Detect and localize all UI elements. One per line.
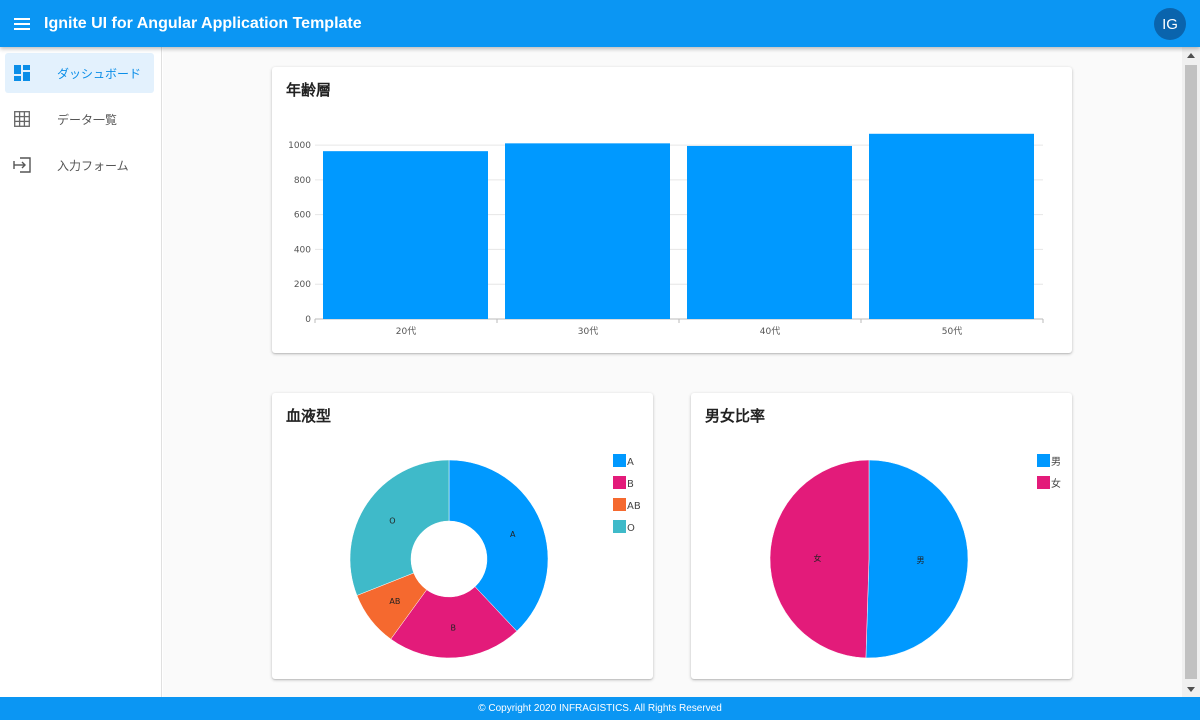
dashboard-icon [13,64,31,82]
bar [505,143,670,319]
slice-label: B [451,623,457,632]
legend-swatch [1037,454,1050,467]
legend-label: 女 [1051,477,1061,490]
slice-label: AB [389,597,400,606]
y-tick-label: 200 [294,280,311,290]
blood-type-donut-chart: ABABOABABO [349,454,641,659]
sidebar-item-input-form[interactable]: 入力フォーム [5,145,154,185]
y-tick-label: 400 [294,245,311,255]
sidebar-item-label: ダッシュボード [57,66,142,81]
avatar[interactable]: IG [1154,8,1186,40]
gender-ratio-card: 男女比率 男女男女 [691,393,1072,679]
arrow-down-icon [1187,686,1195,692]
copyright-text: © Copyright 2020 INFRAGISTICS. All Right… [478,703,722,714]
scrollbar-thumb[interactable] [1185,65,1197,679]
legend-label: AB [627,501,641,512]
x-tick-label: 50代 [942,326,962,337]
legend-swatch [1037,476,1050,489]
sidebar-nav: ダッシュボード データ一覧 入力フォーム [0,47,162,697]
age-bar-chart: 0 200 400 600 800 1000 20代 30代 40代 50代 [288,133,1044,337]
x-tick-label: 40代 [760,326,780,337]
gender-pie-chart: 男女男女 [769,454,1061,659]
scroll-down-button[interactable] [1182,681,1200,697]
x-tick-label: 30代 [578,326,598,337]
y-tick-label: 800 [294,176,311,186]
main-content: 年齢層 0 200 400 600 800 1000 20代 30代 40代 50代 血液型 AB… [163,47,1182,697]
sidebar-item-dashboard[interactable]: ダッシュボード [5,53,154,93]
x-tick-label: 20代 [396,326,416,337]
slice-label: 女 [814,553,822,563]
y-tick-label: 1000 [288,141,311,151]
bar [687,145,852,319]
arrow-up-icon [1187,52,1195,58]
sidebar-item-label: データ一覧 [57,112,118,127]
pie-slice [349,459,450,596]
legend-swatch [613,476,626,489]
bar [323,151,488,319]
menu-button[interactable] [0,0,44,47]
grid-icon [13,110,31,128]
slice-label: A [510,530,516,539]
sidebar-item-label: 入力フォーム [57,158,129,173]
legend-label: B [627,479,634,490]
legend-label: O [627,523,635,534]
footer: © Copyright 2020 INFRAGISTICS. All Right… [0,697,1200,720]
vertical-scrollbar[interactable] [1182,47,1200,697]
legend-swatch [613,454,626,467]
slice-label: O [389,516,395,525]
blood-type-card: 血液型 A B AB O A B AB O [272,393,653,679]
y-tick-label: 0 [305,315,311,325]
legend-label: 男 [1051,456,1061,468]
app-toolbar: Ignite UI for Angular Application Templa… [0,0,1200,47]
slice-label: 男 [916,556,924,565]
sidebar-item-data-list[interactable]: データ一覧 [5,99,154,139]
hamburger-menu-icon [14,17,30,30]
input-icon [13,156,31,174]
scroll-up-button[interactable] [1182,47,1200,63]
legend-swatch [613,520,626,533]
y-tick-label: 600 [294,211,311,221]
bar [869,133,1034,319]
app-title: Ignite UI for Angular Application Templa… [44,14,362,32]
legend-label: A [627,457,634,468]
legend-swatch [613,498,626,511]
age-chart-card: 年齢層 0 200 400 600 800 1000 20代 30代 40代 50代 [272,67,1072,353]
